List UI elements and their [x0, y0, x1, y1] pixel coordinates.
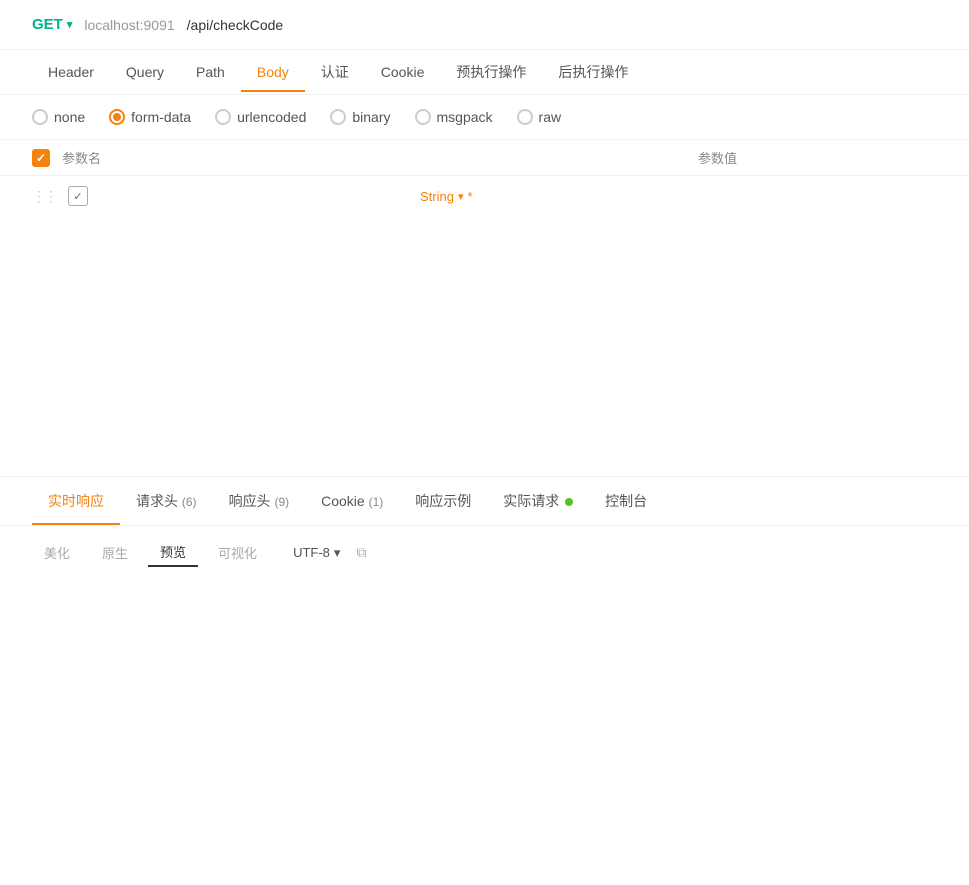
radio-msgpack-circle	[415, 109, 431, 125]
radio-raw-label: raw	[539, 109, 562, 125]
param-row-checkbox[interactable]	[68, 186, 88, 206]
param-name-header: 参数名	[62, 148, 101, 167]
tab-path[interactable]: Path	[180, 52, 241, 92]
radio-none-label: none	[54, 109, 85, 125]
tab-pre-action[interactable]: 预执行操作	[440, 50, 542, 94]
response-sub-tabs: 美化 原生 预览 可视化 UTF-8 ▾ ⧉	[0, 526, 969, 579]
radio-urlencoded-label: urlencoded	[237, 109, 306, 125]
url-host[interactable]: localhost:9091	[84, 17, 174, 33]
request-tabs: Header Query Path Body 认证 Cookie 预执行操作 后…	[0, 50, 969, 95]
request-headers-badge: (6)	[182, 495, 197, 509]
body-options: none form-data urlencoded binary msgpack…	[0, 95, 969, 140]
tab-realtime[interactable]: 实时响应	[32, 477, 120, 525]
method-chevron-icon: ▾	[67, 18, 73, 31]
radio-msgpack[interactable]: msgpack	[415, 109, 493, 125]
radio-binary[interactable]: binary	[330, 109, 390, 125]
tab-auth[interactable]: 认证	[305, 50, 365, 94]
select-all-checkbox[interactable]	[32, 149, 50, 167]
tab-response-example[interactable]: 响应示例	[399, 477, 487, 525]
tab-query[interactable]: Query	[110, 52, 180, 92]
encoding-selector[interactable]: UTF-8 ▾	[293, 545, 340, 561]
string-type-selector[interactable]: String ▾ *	[420, 189, 473, 204]
tab-header[interactable]: Header	[32, 52, 110, 92]
url-bar: GET ▾ localhost:9091 /api/checkCode	[0, 0, 969, 50]
radio-urlencoded[interactable]: urlencoded	[215, 109, 306, 125]
tab-console[interactable]: 控制台	[589, 477, 663, 525]
radio-raw[interactable]: raw	[517, 109, 562, 125]
required-star: *	[468, 189, 473, 204]
param-row: ⋮⋮ String ▾ *	[0, 176, 969, 216]
radio-form-data-label: form-data	[131, 109, 191, 125]
radio-form-data-circle	[109, 109, 125, 125]
method-label: GET	[32, 16, 63, 33]
tab-response-headers[interactable]: 响应头 (9)	[213, 477, 306, 525]
tab-body[interactable]: Body	[241, 52, 305, 92]
radio-raw-circle	[517, 109, 533, 125]
tab-post-action[interactable]: 后执行操作	[542, 50, 644, 94]
radio-none-circle	[32, 109, 48, 125]
sub-tab-visualize[interactable]: 可视化	[206, 539, 269, 566]
type-chevron-icon: ▾	[458, 190, 464, 203]
tab-cookie[interactable]: Cookie	[365, 52, 441, 92]
tab-cookie-response[interactable]: Cookie (1)	[305, 479, 399, 523]
string-type-label: String	[420, 189, 454, 204]
response-headers-badge: (9)	[274, 495, 289, 509]
sub-tab-beautify[interactable]: 美化	[32, 539, 82, 566]
tab-request-headers[interactable]: 请求头 (6)	[120, 477, 213, 525]
radio-msgpack-label: msgpack	[437, 109, 493, 125]
url-path[interactable]: /api/checkCode	[187, 17, 284, 33]
active-dot-icon	[565, 498, 573, 506]
radio-none[interactable]: none	[32, 109, 85, 125]
radio-binary-label: binary	[352, 109, 390, 125]
response-tabs: 实时响应 请求头 (6) 响应头 (9) Cookie (1) 响应示例 实际请…	[0, 477, 969, 526]
radio-urlencoded-circle	[215, 109, 231, 125]
copy-icon[interactable]: ⧉	[356, 544, 366, 561]
sub-tab-preview[interactable]: 预览	[148, 538, 198, 567]
sub-tab-raw[interactable]: 原生	[90, 539, 140, 566]
drag-handle-icon[interactable]: ⋮⋮	[32, 188, 56, 205]
method-selector[interactable]: GET ▾	[32, 16, 72, 33]
param-value-header: 参数值	[698, 148, 737, 167]
params-header: 参数名 参数值	[0, 140, 969, 176]
cookie-badge: (1)	[369, 495, 384, 509]
radio-binary-circle	[330, 109, 346, 125]
encoding-chevron-icon: ▾	[334, 545, 341, 561]
tab-actual-request[interactable]: 实际请求	[487, 477, 589, 525]
encoding-label: UTF-8	[293, 545, 330, 560]
radio-form-data[interactable]: form-data	[109, 109, 191, 125]
